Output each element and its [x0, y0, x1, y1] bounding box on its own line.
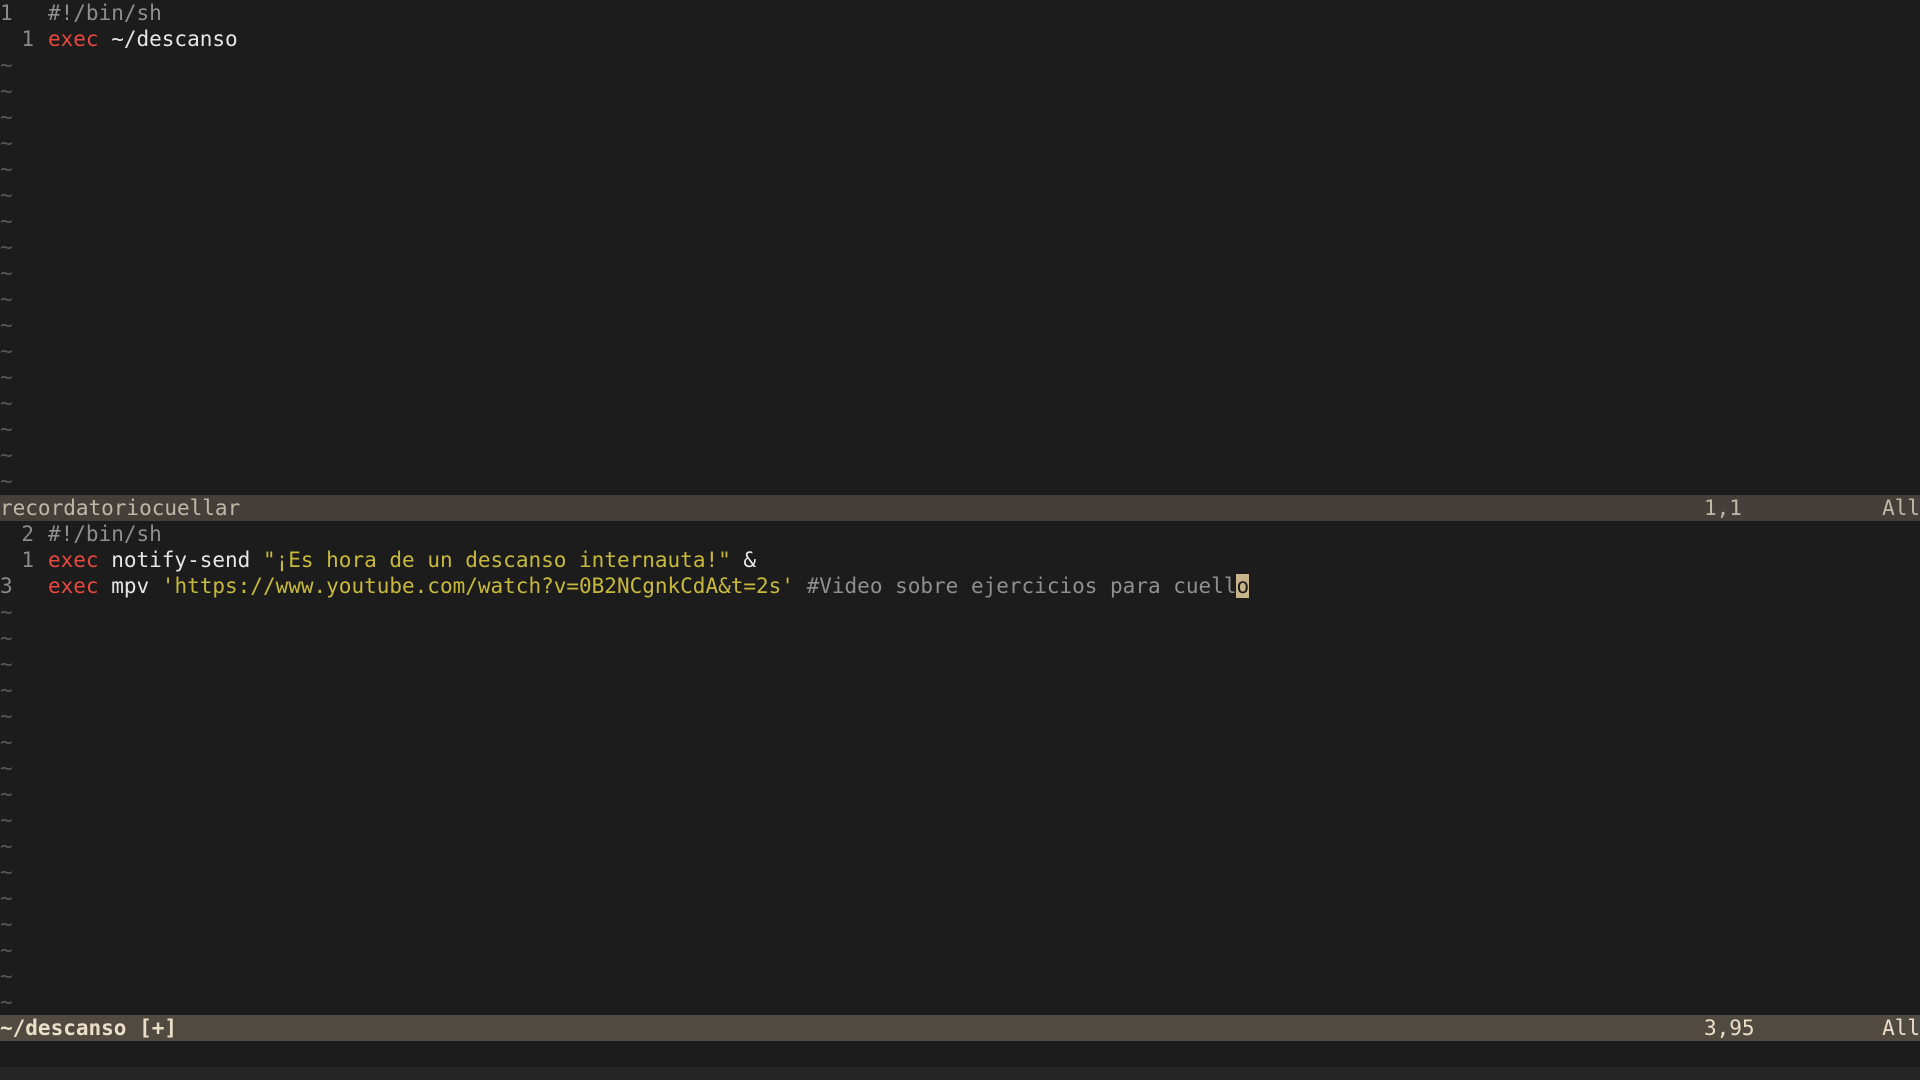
buffer-lines[interactable]: 2 #!/bin/sh 1 exec notify-send "¡Es hora de… — [0, 521, 1920, 599]
editor-pane-top[interactable]: 1 #!/bin/sh 1 exec ~/descanso ~ ~ ~ ~ ~ ~ ~ ~ ~ ~ ~ ~ ~… — [0, 0, 1920, 495]
tilde-marker: ~ — [0, 782, 13, 806]
tilde-marker: ~ — [0, 417, 13, 441]
line-content[interactable]: #!/bin/sh — [48, 0, 162, 26]
code-token: #Video sobre ejercicios para cuell — [806, 574, 1237, 598]
tilde-marker: ~ — [0, 886, 13, 910]
tilde-marker: ~ — [0, 860, 13, 884]
statusline-bottom[interactable]: ~/descanso [+] 3,95 All — [0, 1015, 1920, 1041]
tilde-marker: ~ — [0, 287, 13, 311]
tilde-marker: ~ — [0, 261, 13, 285]
code-token: #!/bin/sh — [48, 522, 162, 546]
code-line[interactable]: 1 exec notify-send "¡Es hora de un descan… — [0, 547, 1920, 573]
line-content[interactable]: exec mpv 'https://www.youtube.com/watch?… — [48, 573, 1250, 599]
code-token: mpv — [98, 574, 162, 598]
tilde-marker: ~ — [0, 365, 13, 389]
statusline-top[interactable]: recordatoriocuellar 1,1 All — [0, 495, 1920, 521]
statusline-scroll-indicator: All — [1882, 496, 1920, 520]
empty-line-markers: ~ ~ ~ ~ ~ ~ ~ ~ ~ ~ ~ ~ ~ ~ ~ ~ — [0, 599, 1920, 1015]
tilde-marker: ~ — [0, 756, 13, 780]
tilde-marker: ~ — [0, 600, 13, 624]
tilde-marker: ~ — [0, 235, 13, 259]
terminal-bottom-edge — [0, 1067, 1920, 1080]
code-token: notify-send — [98, 548, 263, 572]
tilde-marker: ~ — [0, 79, 13, 103]
tilde-marker: ~ — [0, 391, 13, 415]
line-number: 1 — [0, 1, 13, 25]
tilde-marker: ~ — [0, 53, 13, 77]
code-token: "¡Es hora de un descanso internauta!" — [262, 548, 731, 572]
tilde-marker: ~ — [0, 678, 13, 702]
tilde-marker: ~ — [0, 469, 13, 493]
tilde-marker: ~ — [0, 704, 13, 728]
line-number: 2 — [21, 522, 34, 546]
code-line[interactable]: 1 exec ~/descanso — [0, 26, 1920, 52]
line-number: 3 — [0, 574, 13, 598]
tilde-marker: ~ — [0, 652, 13, 676]
tilde-marker: ~ — [0, 313, 13, 337]
line-content[interactable]: exec ~/descanso — [48, 26, 238, 52]
code-token: 'https://www.youtube.com/watch?v=0B2NCgn… — [161, 574, 794, 598]
buffer-lines[interactable]: 1 #!/bin/sh 1 exec ~/descanso — [0, 0, 1920, 52]
code-token: exec — [48, 27, 99, 51]
statusline-scroll-indicator: All — [1882, 1016, 1920, 1040]
tilde-marker: ~ — [0, 209, 13, 233]
code-token: exec — [48, 574, 99, 598]
tilde-marker: ~ — [0, 834, 13, 858]
editor-pane-bottom[interactable]: 2 #!/bin/sh 1 exec notify-send "¡Es hora de… — [0, 521, 1920, 1015]
statusline-filename: recordatoriocuellar — [0, 496, 241, 520]
tilde-marker: ~ — [0, 157, 13, 181]
tilde-marker: ~ — [0, 339, 13, 363]
tilde-marker: ~ — [0, 183, 13, 207]
tilde-marker: ~ — [0, 730, 13, 754]
code-token: & — [730, 548, 757, 572]
code-line[interactable]: 3 exec mpv 'https://www.youtube.com/watch… — [0, 573, 1920, 599]
tilde-marker: ~ — [0, 808, 13, 832]
code-line[interactable]: 1 #!/bin/sh — [0, 0, 1920, 26]
line-number: 1 — [21, 548, 34, 572]
tilde-marker: ~ — [0, 105, 13, 129]
code-token: #!/bin/sh — [48, 1, 162, 25]
tilde-marker: ~ — [0, 626, 13, 650]
command-line[interactable] — [0, 1041, 1920, 1067]
tilde-marker: ~ — [0, 938, 13, 962]
tilde-marker: ~ — [0, 964, 13, 988]
tilde-marker: ~ — [0, 443, 13, 467]
line-content[interactable]: #!/bin/sh — [48, 521, 162, 547]
line-number: 1 — [21, 27, 34, 51]
tilde-marker: ~ — [0, 990, 13, 1014]
code-token: exec — [48, 548, 99, 572]
statusline-cursor-position: 1,1 — [1704, 496, 1742, 520]
text-cursor: o — [1236, 574, 1250, 598]
code-token: ~/descanso — [98, 27, 238, 51]
statusline-filename: ~/descanso [+] — [0, 1016, 178, 1040]
empty-line-markers: ~ ~ ~ ~ ~ ~ ~ ~ ~ ~ ~ ~ ~ ~ ~ ~ ~ — [0, 52, 1920, 494]
statusline-cursor-position: 3,95 — [1704, 1016, 1755, 1040]
tilde-marker: ~ — [0, 131, 13, 155]
line-content[interactable]: exec notify-send "¡Es hora de un descans… — [48, 547, 756, 573]
tilde-marker: ~ — [0, 912, 13, 936]
code-line[interactable]: 2 #!/bin/sh — [0, 521, 1920, 547]
